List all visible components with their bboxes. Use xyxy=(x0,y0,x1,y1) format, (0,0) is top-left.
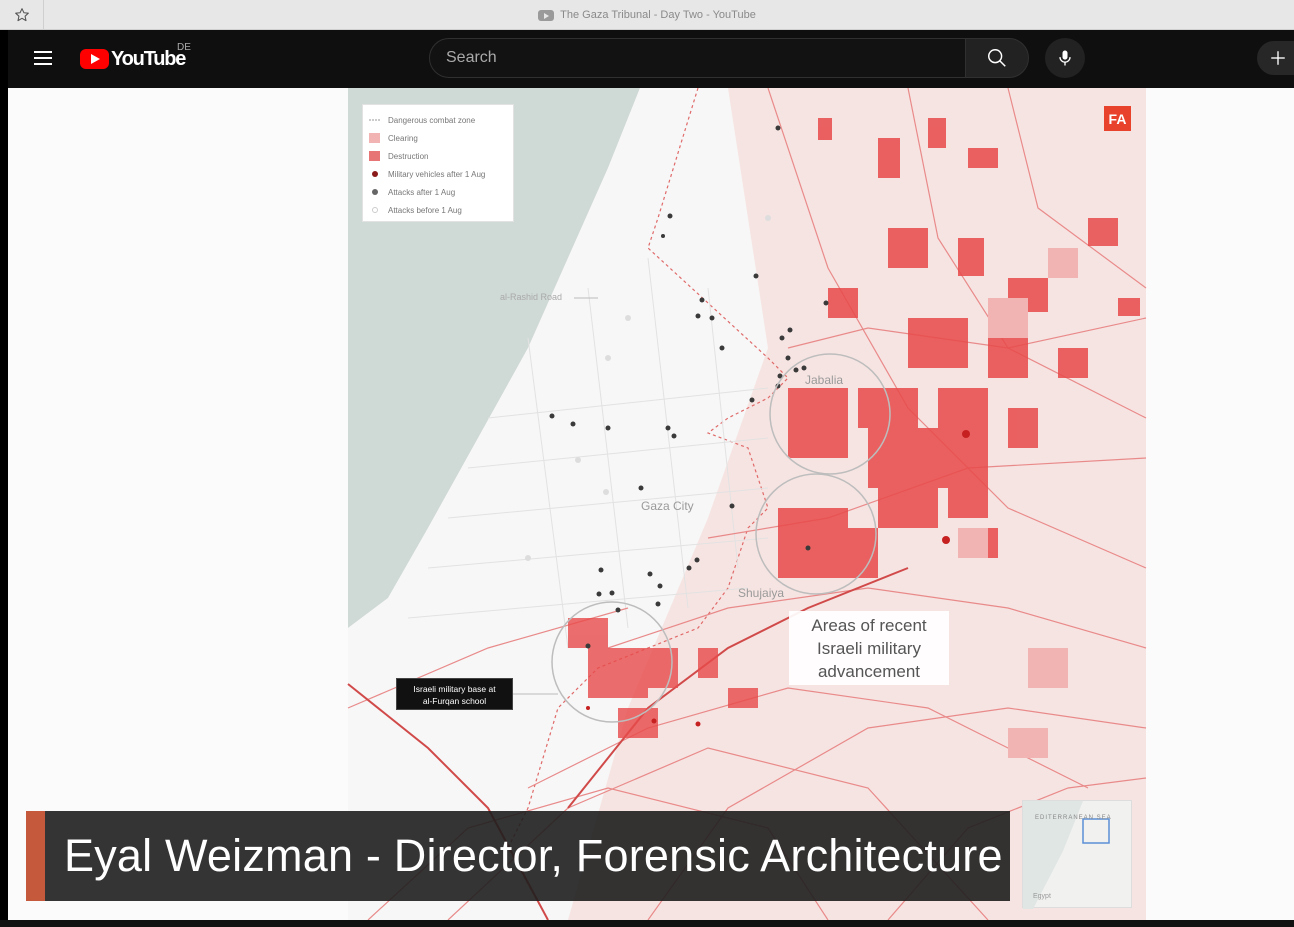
microphone-icon xyxy=(1059,50,1071,66)
browser-title-bar: The Gaza Tribunal - Day Two - YouTube xyxy=(0,0,1294,30)
legend-label: Dangerous combat zone xyxy=(388,115,476,125)
video-player[interactable]: Dangerous combat zone Clearing Destructi… xyxy=(8,88,1294,920)
map-label-jabalia: Jabalia xyxy=(805,373,844,387)
lower-third-accent xyxy=(26,811,45,901)
legend-item: Attacks after 1 Aug xyxy=(369,183,507,201)
military-base-label: Israeli military base at al-Furqan schoo… xyxy=(396,678,513,710)
legend-label: Attacks before 1 Aug xyxy=(388,205,462,215)
create-button[interactable] xyxy=(1257,41,1294,75)
search-input[interactable]: Search xyxy=(429,38,966,78)
legend-label: Destruction xyxy=(388,151,429,161)
youtube-play-icon xyxy=(80,49,109,69)
forensic-architecture-logo: FA xyxy=(1104,106,1131,131)
window-title: The Gaza Tribunal - Day Two - YouTube xyxy=(0,0,1294,30)
legend-label: Military vehicles after 1 Aug xyxy=(388,169,486,179)
legend-item: Attacks before 1 Aug xyxy=(369,201,507,219)
map-legend: Dangerous combat zone Clearing Destructi… xyxy=(362,104,514,222)
callout-line: Israeli military xyxy=(817,639,921,658)
voice-search-button[interactable] xyxy=(1045,38,1085,78)
legend-item: Military vehicles after 1 Aug xyxy=(369,165,507,183)
window-title-text: The Gaza Tribunal - Day Two - YouTube xyxy=(560,9,756,21)
callout-line: advancement xyxy=(817,662,921,681)
advancement-callout: Areas of recent Israeli military advance… xyxy=(789,611,949,685)
hamburger-menu-icon[interactable] xyxy=(32,49,54,67)
speaker-name-title: Eyal Weizman - Director, Forensic Archit… xyxy=(64,830,1003,881)
youtube-favicon-icon xyxy=(538,9,555,21)
youtube-logo-text: YouTube xyxy=(111,47,186,70)
legend-item: Destruction xyxy=(369,147,507,165)
plus-icon xyxy=(1271,51,1285,65)
speaker-lower-third: Eyal Weizman - Director, Forensic Archit… xyxy=(26,811,1010,901)
search-icon xyxy=(988,49,1006,67)
search-placeholder: Search xyxy=(446,49,497,66)
legend-item: Clearing xyxy=(369,129,507,147)
map-label-road: al-Rashid Road xyxy=(500,292,563,302)
map-label-shujaiya: Shujaiya xyxy=(738,586,785,600)
legend-item: Dangerous combat zone xyxy=(369,111,507,129)
legend-label: Attacks after 1 Aug xyxy=(388,187,456,197)
video-bottom-edge xyxy=(0,920,1294,927)
base-label-line: Israeli military base at xyxy=(413,684,496,694)
locator-inset-map: EDITERRANEAN SEA Egypt xyxy=(1022,800,1132,909)
base-label-line: al-Furqan school xyxy=(422,696,487,706)
callout-line: Areas of recent xyxy=(811,616,927,635)
legend-label: Clearing xyxy=(388,133,418,143)
youtube-logo[interactable]: YouTube xyxy=(80,47,186,71)
search-button[interactable] xyxy=(965,38,1029,78)
youtube-masthead: YouTube DE Search xyxy=(8,30,1294,88)
inset-country-label: Egypt xyxy=(1033,893,1051,900)
inset-sea-label: EDITERRANEAN SEA xyxy=(1035,815,1112,821)
map-label-gaza-city: Gaza City xyxy=(641,499,694,513)
region-code: DE xyxy=(177,42,191,53)
